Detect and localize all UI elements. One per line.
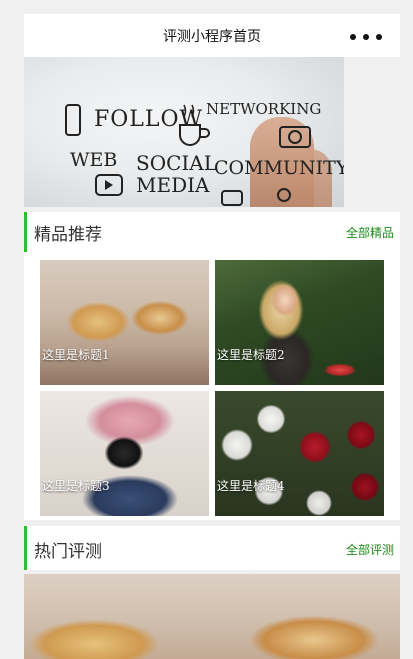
card-image-roses [215,391,384,516]
banner-word-networking: NETWORKING [206,100,322,118]
page-title: 评测小程序首页 [163,29,261,45]
featured-card-4[interactable]: 这里是标题4 [215,391,384,516]
banner-word-follow: FOLLOW [94,107,204,132]
featured-card-1[interactable]: 这里是标题1 [40,260,209,385]
banner-word-community: COMMUNITY [214,157,344,179]
all-reviews-link[interactable]: 全部评测 [346,541,394,558]
banner-carousel[interactable]: FOLLOW NETWORKING WEB SOCIAL MEDIA COMMU… [24,57,344,207]
card-caption: 这里是标题3 [42,479,110,493]
hot-header: 热门评测 全部评测 [24,526,400,570]
featured-grid: 这里是标题1 这里是标题2 这里是标题3 这里是标题4 [24,252,400,520]
card-caption: 这里是标题4 [217,479,285,493]
card-caption: 这里是标题2 [217,348,285,362]
phone-frame: 评测小程序首页 FOLLOW NETWORKING WEB SOCIAL MED… [24,14,400,659]
card-image-woman [215,260,384,385]
section-accent-bar [24,526,27,570]
featured-card-3[interactable]: 这里是标题3 [40,391,209,516]
hot-title: 热门评测 [34,542,102,562]
card-image-camera [40,391,209,516]
section-accent-bar [24,212,27,252]
hot-review-image[interactable] [24,574,400,659]
banner-word-web: WEB [70,149,118,171]
banner-word-social: SOCIAL [136,151,218,175]
banner-word-media: MEDIA [136,173,210,197]
featured-header: 精品推荐 全部精品 [24,212,400,252]
featured-card-2[interactable]: 这里是标题2 [215,260,384,385]
more-dots-icon[interactable] [350,32,382,42]
card-image-bread [40,260,209,385]
featured-title: 精品推荐 [34,225,102,245]
navbar: 评测小程序首页 [24,14,400,57]
hot-image-bread [24,574,400,659]
all-featured-link[interactable]: 全部精品 [346,224,394,241]
card-caption: 这里是标题1 [42,348,110,362]
